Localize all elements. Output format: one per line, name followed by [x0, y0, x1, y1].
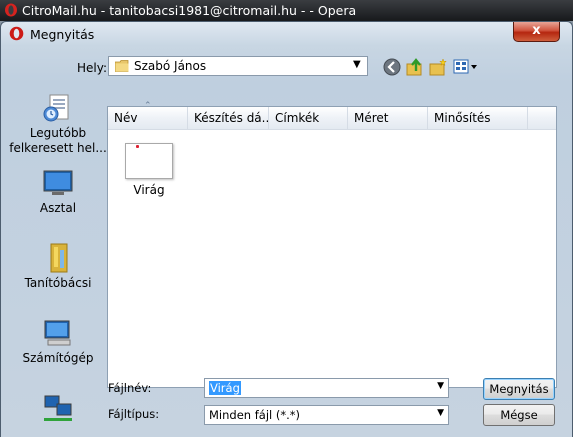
close-button[interactable]: x	[513, 22, 560, 42]
folder-icon	[115, 60, 129, 72]
network-icon	[42, 392, 74, 424]
file-thumbnail-icon	[125, 143, 173, 179]
up-folder-icon[interactable]	[406, 58, 424, 76]
place-network[interactable]	[8, 392, 108, 424]
thumbnail-mark	[136, 145, 139, 148]
column-date[interactable]: Készítés dá...	[188, 107, 269, 129]
column-size[interactable]: Méret	[348, 107, 428, 129]
desktop-icon	[42, 167, 74, 199]
filetype-value: Minden fájl (*.*)	[209, 408, 300, 422]
computer-icon	[42, 317, 74, 349]
back-icon[interactable]	[383, 58, 401, 76]
chevron-down-icon[interactable]: ▼	[353, 59, 361, 70]
filename-label: Fájlnév:	[108, 381, 152, 395]
filetype-label: Fájltípus:	[108, 407, 160, 421]
opera-logo-icon	[5, 3, 17, 17]
new-folder-icon[interactable]	[429, 58, 447, 76]
cancel-button[interactable]: Mégse	[483, 404, 555, 426]
open-file-dialog: Megnyitás x Hely: Szabó János ▼ Legutóbb…	[0, 21, 573, 437]
dialog-title: Megnyitás	[30, 27, 95, 42]
filetype-select[interactable]: Minden fájl (*.*) ▼	[204, 405, 449, 425]
place-recent[interactable]: Legutóbb felkeresett hel...	[8, 92, 108, 156]
location-label: Hely:	[77, 61, 108, 75]
column-header-row: Név ⌃ Készítés dá... Címkék Méret Minősí…	[108, 101, 556, 130]
place-label: Asztal	[39, 201, 77, 215]
chevron-down-icon[interactable]: ▼	[437, 408, 444, 418]
chevron-down-icon[interactable]: ▼	[437, 381, 444, 391]
filename-value: Virág	[209, 381, 241, 395]
column-tags[interactable]: Címkék	[269, 107, 348, 129]
open-button[interactable]: Megnyitás	[483, 378, 555, 400]
view-menu-icon[interactable]	[453, 59, 479, 75]
place-label: Legutóbb felkeresett hel...	[9, 126, 107, 155]
filename-input[interactable]: Virág ▼	[204, 378, 449, 398]
opera-logo-icon	[9, 26, 24, 41]
place-label: Számítógép	[22, 351, 94, 365]
location-dropdown[interactable]: Szabó János ▼	[108, 56, 368, 76]
sort-ascending-icon: ⌃	[144, 101, 152, 111]
place-computer[interactable]: Számítógép	[8, 317, 108, 366]
place-label: Tanítóbácsi	[24, 276, 92, 290]
file-list[interactable]: Név ⌃ Készítés dá... Címkék Méret Minősí…	[107, 101, 557, 388]
browser-title-bar: CitroMail.hu - tanitobacsi1981@citromail…	[0, 0, 573, 21]
recent-places-icon	[42, 92, 74, 124]
place-user-folder[interactable]: Tanítóbácsi	[8, 242, 108, 291]
location-value: Szabó János	[134, 59, 207, 73]
file-item[interactable]: Virág	[122, 143, 176, 197]
browser-window-title: CitroMail.hu - tanitobacsi1981@citromail…	[22, 3, 357, 18]
column-rating[interactable]: Minősítés	[428, 107, 528, 129]
user-folder-icon	[42, 242, 74, 274]
file-name: Virág	[133, 183, 165, 197]
place-desktop[interactable]: Asztal	[8, 167, 108, 216]
